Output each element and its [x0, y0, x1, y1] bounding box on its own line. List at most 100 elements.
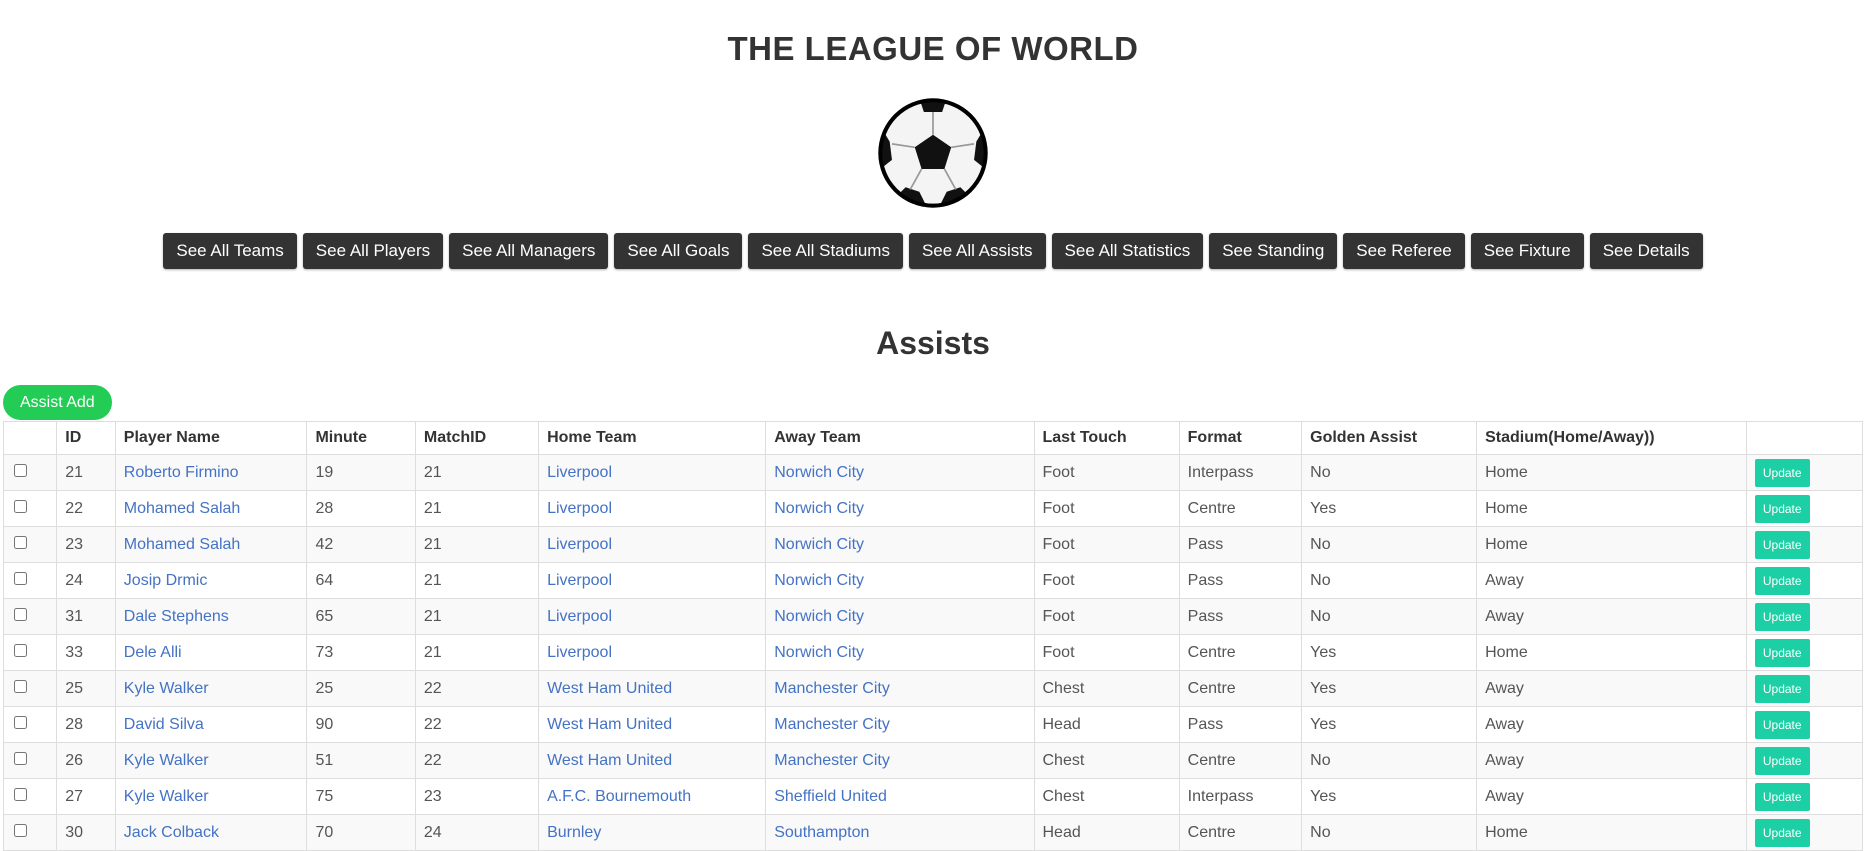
player-name-link[interactable]: David Silva — [124, 716, 204, 733]
home-team-link[interactable]: Liverpool — [547, 572, 612, 589]
golden-assist-cell: Yes — [1301, 490, 1478, 527]
update-button[interactable]: Update — [1754, 746, 1810, 775]
table-body: 21 Roberto Firmino 19 21 Liverpool Norwich Ci… — [2, 454, 1864, 851]
row-checkbox[interactable] — [14, 571, 27, 585]
table-header-row: ID Player Name Minute MatchID Home Team Away … — [2, 421, 1864, 455]
row-checkbox[interactable] — [14, 715, 27, 729]
nav-button-see-standing[interactable]: See Standing — [1209, 233, 1338, 269]
home-team-link[interactable]: Liverpool — [547, 644, 612, 661]
row-checkbox[interactable] — [14, 643, 27, 657]
update-button[interactable]: Update — [1754, 782, 1810, 811]
update-button[interactable]: Update — [1754, 566, 1810, 595]
column-header: Minute — [306, 421, 416, 455]
update-button[interactable]: Update — [1754, 530, 1810, 559]
update-button[interactable]: Update — [1754, 674, 1810, 703]
home-team-cell: Liverpool — [538, 634, 767, 671]
away-team-link[interactable]: Manchester City — [774, 716, 890, 733]
select-cell — [2, 526, 58, 563]
nav-button-see-all-managers[interactable]: See All Managers — [449, 233, 609, 269]
select-cell — [2, 670, 58, 707]
format-cell: Pass — [1178, 598, 1303, 635]
column-header — [2, 421, 58, 455]
golden-assist-cell: No — [1301, 562, 1478, 599]
update-button[interactable]: Update — [1754, 458, 1810, 487]
away-team-link[interactable]: Norwich City — [774, 572, 864, 589]
away-team-link[interactable]: Manchester City — [774, 680, 890, 697]
player-name-link[interactable]: Josip Drmic — [124, 572, 208, 589]
home-team-link[interactable]: West Ham United — [547, 716, 672, 733]
home-team-link[interactable]: Liverpool — [547, 536, 612, 553]
home-team-link[interactable]: Liverpool — [547, 464, 612, 481]
away-team-link[interactable]: Norwich City — [774, 500, 864, 517]
row-checkbox[interactable] — [14, 499, 27, 513]
format-cell: Centre — [1178, 490, 1303, 527]
match-id-cell: 21 — [414, 634, 540, 671]
column-header: MatchID — [414, 421, 540, 455]
update-button[interactable]: Update — [1754, 602, 1810, 631]
row-checkbox[interactable] — [14, 751, 27, 765]
player-name-link[interactable]: Kyle Walker — [124, 680, 209, 697]
nav-button-see-all-teams[interactable]: See All Teams — [163, 233, 297, 269]
match-id-cell: 21 — [414, 598, 540, 635]
row-checkbox[interactable] — [14, 787, 27, 801]
update-button[interactable]: Update — [1754, 494, 1810, 523]
match-id-cell: 22 — [414, 670, 540, 707]
match-id-cell: 22 — [414, 706, 540, 743]
nav-button-see-all-players[interactable]: See All Players — [302, 233, 444, 269]
row-checkbox[interactable] — [14, 463, 27, 477]
update-button[interactable]: Update — [1754, 818, 1810, 847]
away-team-link[interactable]: Norwich City — [774, 608, 864, 625]
update-button[interactable]: Update — [1754, 638, 1810, 667]
row-checkbox[interactable] — [14, 535, 27, 549]
nav-button-see-all-stadiums[interactable]: See All Stadiums — [748, 233, 903, 269]
home-team-link[interactable]: Burnley — [547, 824, 601, 841]
player-name-link[interactable]: Roberto Firmino — [124, 464, 239, 481]
row-checkbox[interactable] — [14, 823, 27, 837]
away-team-link[interactable]: Manchester City — [774, 752, 890, 769]
golden-assist-cell: No — [1301, 742, 1478, 779]
last-touch-cell: Chest — [1033, 670, 1180, 707]
nav-button-see-all-goals[interactable]: See All Goals — [614, 233, 743, 269]
home-team-link[interactable]: A.F.C. Bournemouth — [547, 788, 691, 805]
player-name-link[interactable]: Mohamed Salah — [124, 500, 241, 517]
nav-button-see-details[interactable]: See Details — [1589, 233, 1703, 269]
player-name-link[interactable]: Kyle Walker — [124, 752, 209, 769]
row-checkbox[interactable] — [14, 679, 27, 693]
row-checkbox[interactable] — [14, 607, 27, 621]
player-name-cell: Josip Drmic — [114, 562, 308, 599]
away-team-link[interactable]: Norwich City — [774, 536, 864, 553]
last-touch-cell: Foot — [1033, 562, 1180, 599]
nav-button-see-all-assists[interactable]: See All Assists — [908, 233, 1046, 269]
away-team-cell: Norwich City — [765, 526, 1035, 563]
assists-table: ID Player Name Minute MatchID Home Team Away … — [2, 421, 1864, 851]
away-team-cell: Manchester City — [765, 706, 1035, 743]
minute-cell: 90 — [306, 706, 416, 743]
away-team-link[interactable]: Sheffield United — [774, 788, 887, 805]
away-team-link[interactable]: Southampton — [774, 824, 869, 841]
main-nav: See All Teams See All Players See All Mana… — [0, 233, 1866, 269]
select-cell — [2, 562, 58, 599]
golden-assist-cell: Yes — [1301, 670, 1478, 707]
match-id-cell: 22 — [414, 742, 540, 779]
away-team-link[interactable]: Norwich City — [774, 464, 864, 481]
home-team-link[interactable]: West Ham United — [547, 680, 672, 697]
player-name-link[interactable]: Jack Colback — [124, 824, 219, 841]
assist-add-button[interactable]: Assist Add — [3, 385, 112, 420]
actions-cell: Update — [1745, 562, 1864, 599]
update-button[interactable]: Update — [1754, 710, 1810, 739]
home-team-link[interactable]: West Ham United — [547, 752, 672, 769]
section-title: Assists — [876, 325, 990, 361]
nav-button-see-fixture[interactable]: See Fixture — [1470, 233, 1584, 269]
away-team-link[interactable]: Norwich City — [774, 644, 864, 661]
home-team-link[interactable]: Liverpool — [547, 608, 612, 625]
player-name-link[interactable]: Mohamed Salah — [124, 536, 241, 553]
nav-button-see-all-statistics[interactable]: See All Statistics — [1051, 233, 1204, 269]
nav-button-see-referee[interactable]: See Referee — [1343, 233, 1465, 269]
home-team-link[interactable]: Liverpool — [547, 500, 612, 517]
stadium-cell: Away — [1476, 670, 1747, 707]
column-header: Format — [1178, 421, 1303, 455]
player-name-link[interactable]: Kyle Walker — [124, 788, 209, 805]
away-team-cell: Norwich City — [765, 454, 1035, 491]
player-name-link[interactable]: Dale Stephens — [124, 608, 229, 625]
player-name-link[interactable]: Dele Alli — [124, 644, 182, 661]
